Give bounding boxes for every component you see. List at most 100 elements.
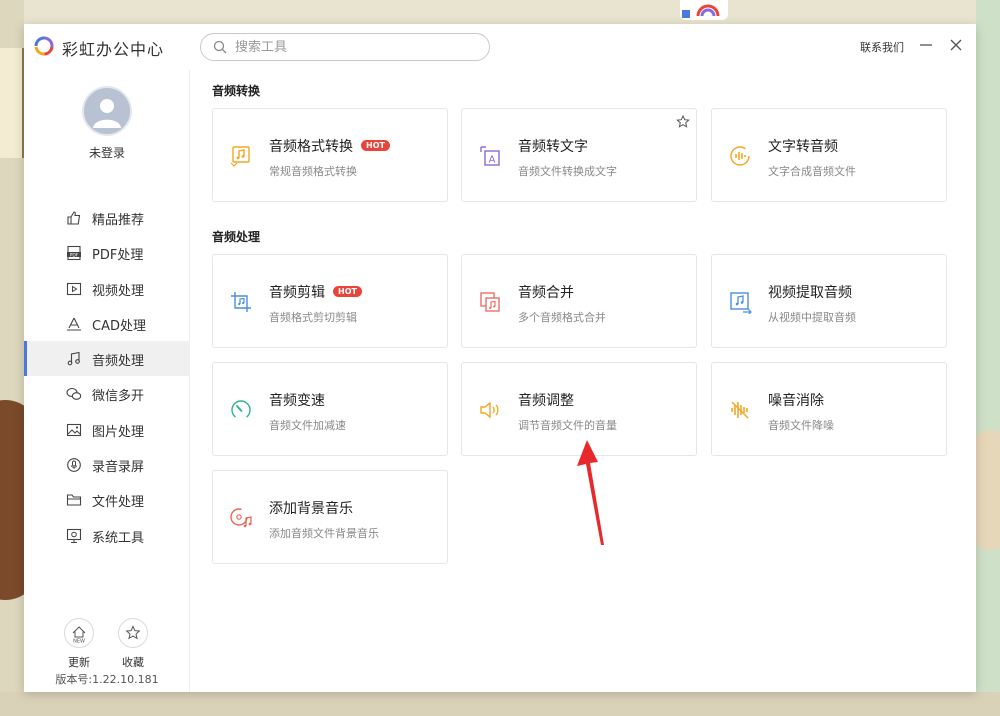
sidebar-item-label: 音频处理	[92, 354, 145, 370]
desktop-app-icon[interactable]	[680, 0, 728, 20]
rainbow-logo-icon	[34, 36, 54, 56]
minimize-icon[interactable]	[918, 37, 934, 53]
tool-card-audio-speed[interactable]: 音频变速 音频文件加减速	[212, 362, 448, 456]
card-title: 音频合并	[518, 285, 574, 301]
card-description: 音频文件降噪	[768, 419, 834, 432]
avatar[interactable]	[82, 86, 132, 136]
hot-badge: HOT	[361, 140, 390, 151]
sidebar-item-video[interactable]: 视频处理	[24, 271, 190, 306]
tool-card-audio-to-text[interactable]: A 音频转文字 音频文件转换成文字	[461, 108, 697, 202]
background-music-icon	[230, 508, 252, 528]
title-bar: 彩虹办公中心 联系我们	[24, 24, 976, 70]
music-note-icon	[67, 352, 80, 366]
card-title: 音频变速	[269, 393, 325, 409]
update-button[interactable]: NEW	[64, 618, 94, 648]
login-status[interactable]: 未登录	[24, 144, 190, 161]
thumbs-up-icon	[67, 211, 81, 225]
sidebar-item-label: 视频处理	[92, 283, 145, 299]
desktop-background-paper	[0, 48, 24, 158]
sidebar-item-audio[interactable]: 音频处理	[24, 341, 190, 377]
card-title: 视频提取音频	[768, 285, 852, 301]
card-description: 音频文件加减速	[269, 419, 346, 432]
sidebar-item-system[interactable]: 系统工具	[24, 518, 190, 553]
sidebar-item-record[interactable]: 录音录屏	[24, 447, 190, 482]
tool-card-audio-crop[interactable]: 音频剪辑 HOT 音频格式剪切剪辑	[212, 254, 448, 348]
image-icon	[66, 423, 82, 436]
desktop-background-bottom	[0, 692, 1000, 716]
card-description: 常规音频格式转换	[269, 165, 357, 178]
search-input[interactable]	[235, 38, 475, 56]
search-icon	[213, 40, 227, 54]
cad-icon	[67, 317, 81, 331]
video-icon	[66, 282, 82, 295]
tool-card-text-to-audio[interactable]: 文字转音频 文字合成音频文件	[711, 108, 947, 202]
user-avatar-icon	[93, 99, 121, 128]
pdf-icon: PDF	[67, 246, 81, 261]
volume-icon	[480, 401, 499, 419]
card-description: 从视频中提取音频	[768, 311, 856, 324]
annotation-arrow-icon	[577, 440, 604, 545]
sidebar-item-label: 系统工具	[92, 530, 145, 546]
main-content: 音频转换 音频格式转换 HOT 常规音频格式转换 A 音频转文字 音频文件转换成文…	[190, 70, 976, 692]
card-description: 文字合成音频文件	[768, 165, 856, 178]
app-window: 彩虹办公中心 联系我们 未登录 精品	[24, 24, 976, 692]
hot-badge: HOT	[333, 286, 362, 297]
tool-card-audio-format-convert[interactable]: 音频格式转换 HOT 常规音频格式转换	[212, 108, 448, 202]
tool-card-background-music[interactable]: 添加背景音乐 添加音频文件背景音乐	[212, 470, 448, 564]
card-title: 添加背景音乐	[269, 501, 353, 517]
section-title-audio-process: 音频处理	[212, 230, 261, 244]
app-title: 彩虹办公中心	[62, 40, 165, 59]
card-title: 文字转音频	[768, 139, 838, 155]
sidebar-item-label: 录音录屏	[92, 460, 145, 476]
speed-dial-icon	[231, 400, 251, 420]
tool-card-video-extract-audio[interactable]: 视频提取音频 从视频中提取音频	[711, 254, 947, 348]
tool-card-audio-merge[interactable]: 音频合并 多个音频格式合并	[461, 254, 697, 348]
video-extract-audio-icon	[730, 292, 752, 314]
tool-card-noise-cancel[interactable]: 噪音消除 音频文件降噪	[711, 362, 947, 456]
update-label: 更新	[68, 656, 90, 669]
wechat-icon	[66, 388, 82, 401]
sidebar-item-image[interactable]: 图片处理	[24, 412, 190, 447]
text-to-audio-icon	[730, 146, 750, 166]
home-new-icon: NEW	[72, 626, 86, 645]
close-icon[interactable]	[948, 37, 964, 53]
sidebar-item-label: PDF处理	[92, 248, 144, 264]
sidebar-item-cad[interactable]: CAD处理	[24, 306, 190, 341]
sidebar-item-label: CAD处理	[92, 318, 146, 334]
version-text: 版本号:1.22.10.181	[55, 673, 159, 686]
card-title: 音频调整	[518, 393, 574, 409]
record-icon	[67, 458, 81, 472]
sidebar-item-label: 精品推荐	[92, 213, 145, 228]
sidebar-item-recommended[interactable]: 精品推荐	[24, 200, 190, 235]
sidebar-item-label: 图片处理	[92, 424, 145, 440]
favorite-label: 收藏	[122, 656, 144, 669]
sidebar-item-label: 微信多开	[92, 389, 145, 405]
desktop-background-right	[976, 0, 1000, 716]
section-title-audio-convert: 音频转换	[212, 84, 261, 98]
favorite-star-icon[interactable]	[676, 115, 690, 129]
star-icon	[125, 625, 141, 640]
sidebar: 未登录 精品推荐 PDF PDF处理 视频处理 CAD处理 音频处理 微信多开 …	[24, 70, 190, 692]
folder-icon	[66, 494, 82, 506]
new-badge: NEW	[73, 639, 85, 645]
audio-format-icon	[230, 146, 250, 167]
card-title: 音频转文字	[518, 139, 588, 155]
card-description: 音频格式剪切剪辑	[269, 311, 357, 324]
card-description: 多个音频格式合并	[518, 311, 606, 324]
card-title: 音频格式转换 HOT	[269, 136, 390, 156]
sidebar-nav: 精品推荐 PDF PDF处理 视频处理 CAD处理 音频处理 微信多开 图片处理…	[24, 200, 190, 553]
search-box[interactable]	[200, 33, 490, 61]
svg-text:A: A	[489, 155, 496, 166]
noise-cancel-icon	[731, 401, 749, 419]
sidebar-item-wechat[interactable]: 微信多开	[24, 376, 190, 411]
audio-crop-icon	[231, 292, 251, 312]
contact-us-link[interactable]: 联系我们	[860, 39, 904, 55]
system-tool-icon	[66, 528, 82, 543]
audio-to-text-icon: A	[480, 146, 500, 166]
sidebar-item-label: 文件处理	[92, 495, 145, 511]
favorite-button[interactable]	[118, 618, 148, 648]
sidebar-item-pdf[interactable]: PDF PDF处理	[24, 235, 190, 270]
sidebar-item-file[interactable]: 文件处理	[24, 482, 190, 517]
audio-merge-icon	[480, 292, 500, 312]
svg-text:PDF: PDF	[70, 253, 79, 259]
